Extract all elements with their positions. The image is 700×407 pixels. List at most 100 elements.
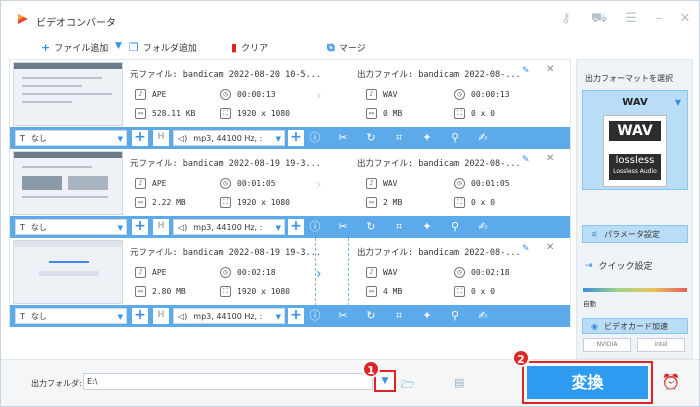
minimize-icon[interactable]: – bbox=[651, 11, 667, 27]
audio-file-icon: ♪ bbox=[366, 178, 377, 189]
folder-icon: ▭ bbox=[135, 286, 146, 297]
merge-button[interactable]: ⧉ マージ bbox=[327, 41, 366, 54]
chevron-right-icon: › bbox=[316, 177, 322, 193]
cart-icon[interactable]: ⛟ bbox=[591, 11, 607, 27]
chevron-right-icon: › bbox=[316, 88, 322, 104]
scissors-icon[interactable]: ✂ bbox=[336, 309, 350, 323]
source-size: ▭ 2.22 MB bbox=[135, 197, 186, 208]
audio-track-select[interactable]: ◁) mp3, 44100 Hz, : ▼ bbox=[173, 219, 285, 235]
watermark-stamp-icon[interactable]: ⚲ bbox=[448, 220, 462, 234]
subtitle-select[interactable]: T なし ▼ bbox=[15, 219, 127, 235]
output-size: ▭ 2 MB bbox=[366, 197, 402, 208]
add-subtitle-button[interactable]: + bbox=[132, 308, 148, 324]
info-icon[interactable]: ⓘ bbox=[308, 131, 322, 145]
convert-button[interactable]: 変換 bbox=[527, 366, 648, 399]
info-icon[interactable]: ⓘ bbox=[308, 220, 322, 234]
remove-icon[interactable]: ✕ bbox=[546, 242, 556, 253]
file-list: 元ファイル: bandicam 2022-08-20 10-5... ♪ APE … bbox=[9, 59, 571, 327]
rotate-icon[interactable]: ↻ bbox=[364, 220, 378, 234]
watermark-stamp-icon[interactable]: ⚲ bbox=[448, 309, 462, 323]
add-audio-button[interactable]: + bbox=[288, 130, 304, 146]
add-folder-button[interactable]: ❐ フォルダ追加 bbox=[129, 41, 197, 54]
open-folder-icon[interactable]: 🗁 bbox=[401, 376, 415, 391]
edit-icon[interactable]: ✎ bbox=[522, 155, 532, 165]
crop-icon[interactable]: ⌗ bbox=[392, 309, 406, 323]
chevron-down-icon: ▼ bbox=[117, 135, 123, 143]
source-duration: ◷ 00:00:13 bbox=[220, 89, 276, 100]
alarm-clock-icon[interactable]: ⏰ bbox=[661, 373, 681, 393]
output-file-name: 出力ファイル: bandicam 2022-08-... bbox=[357, 70, 521, 80]
source-format: ♪ APE bbox=[135, 178, 166, 189]
audio-file-icon: ♪ bbox=[366, 89, 377, 100]
scissors-icon[interactable]: ✂ bbox=[336, 220, 350, 234]
text-icon: T bbox=[20, 133, 25, 143]
output-folder-field[interactable]: E:\ bbox=[83, 373, 373, 390]
folder-history-icon[interactable]: ▤ bbox=[454, 376, 468, 389]
rotate-icon[interactable]: ↻ bbox=[364, 309, 378, 323]
remove-icon[interactable]: ✕ bbox=[546, 64, 556, 75]
output-size: ▭ 0 MB bbox=[366, 108, 402, 119]
crop-icon[interactable]: ⌗ bbox=[392, 131, 406, 145]
convert-highlight: 変換 bbox=[522, 361, 653, 404]
source-size: ▭ 2.80 MB bbox=[135, 286, 186, 297]
output-duration: ◷ 00:02:18 bbox=[454, 267, 510, 278]
subtitle-select[interactable]: T なし ▼ bbox=[15, 130, 127, 146]
hearing-impaired-icon[interactable]: H bbox=[153, 308, 169, 324]
chevron-right-icon: › bbox=[316, 266, 322, 282]
remove-icon[interactable]: ✕ bbox=[546, 153, 556, 164]
close-window-icon[interactable]: ✕ bbox=[677, 11, 693, 27]
clear-button[interactable]: ▮ クリア bbox=[231, 41, 268, 54]
effect-wand-icon[interactable]: ✦ bbox=[420, 131, 434, 145]
output-file-name: 出力ファイル: bandicam 2022-08-... bbox=[357, 159, 521, 169]
add-audio-button[interactable]: + bbox=[288, 219, 304, 235]
add-subtitle-button[interactable]: + bbox=[132, 130, 148, 146]
menu-icon[interactable]: ☰ bbox=[623, 11, 639, 27]
format-label: 出力フォーマットを選択 bbox=[585, 74, 673, 83]
subtitle-edit-icon[interactable]: ✍ bbox=[476, 131, 490, 145]
add-subtitle-button[interactable]: + bbox=[132, 219, 148, 235]
edit-icon[interactable]: ✎ bbox=[522, 66, 532, 76]
hearing-impaired-icon[interactable]: H bbox=[153, 219, 169, 235]
effect-wand-icon[interactable]: ✦ bbox=[420, 309, 434, 323]
effect-wand-icon[interactable]: ✦ bbox=[420, 220, 434, 234]
gpu-acceleration-button[interactable]: ◉ ビデオカード加速 bbox=[582, 318, 688, 334]
key-icon[interactable]: ⚷ bbox=[558, 11, 574, 27]
hearing-impaired-icon[interactable]: H bbox=[153, 130, 169, 146]
toolbar: + ファイル追加 ▼ ❐ フォルダ追加 ▮ クリア ⧉ マージ bbox=[9, 39, 571, 59]
source-resolution: ⛶ 1920 x 1080 bbox=[220, 286, 290, 297]
quality-slider[interactable] bbox=[583, 288, 687, 292]
source-file-name: 元ファイル: bandicam 2022-08-19 19-3... bbox=[130, 159, 321, 169]
folder-icon: ▭ bbox=[366, 108, 377, 119]
info-icon[interactable]: ⓘ bbox=[308, 309, 322, 323]
source-file-name: 元ファイル: bandicam 2022-08-20 10-5... bbox=[130, 70, 321, 80]
folder-icon: ▭ bbox=[366, 286, 377, 297]
subtitle-select[interactable]: T なし ▼ bbox=[15, 308, 127, 324]
rotate-icon[interactable]: ↻ bbox=[364, 131, 378, 145]
source-duration: ◷ 00:01:05 bbox=[220, 178, 276, 189]
clock-icon: ◷ bbox=[454, 267, 465, 278]
subtitle-edit-icon[interactable]: ✍ bbox=[476, 220, 490, 234]
audio-track-select[interactable]: ◁) mp3, 44100 Hz, : ▼ bbox=[173, 130, 285, 146]
edit-icon[interactable]: ✎ bbox=[522, 244, 532, 254]
audio-track-select[interactable]: ◁) mp3, 44100 Hz, : ▼ bbox=[173, 308, 285, 324]
source-format: ♪ APE bbox=[135, 267, 166, 278]
crop-icon[interactable]: ⌗ bbox=[392, 220, 406, 234]
gpu-icon: ◉ bbox=[591, 321, 598, 331]
add-file-dropdown-icon[interactable]: ▼ bbox=[115, 41, 122, 51]
watermark-stamp-icon[interactable]: ⚲ bbox=[448, 131, 462, 145]
subtitle-edit-icon[interactable]: ✍ bbox=[476, 309, 490, 323]
merge-icon: ⧉ bbox=[327, 40, 335, 54]
parameter-settings-button[interactable]: ⚟ パラメータ設定 bbox=[582, 225, 688, 243]
list-item[interactable]: 元ファイル: bandicam 2022-08-19 19-3... ♪ APE … bbox=[10, 238, 570, 327]
output-format: ♪ WAV bbox=[366, 89, 397, 100]
trash-icon: ▮ bbox=[231, 40, 238, 54]
scissors-icon[interactable]: ✂ bbox=[336, 131, 350, 145]
divider bbox=[348, 238, 349, 306]
list-item[interactable]: 元ファイル: bandicam 2022-08-20 10-5... ♪ APE … bbox=[10, 60, 570, 149]
add-audio-button[interactable]: + bbox=[288, 308, 304, 324]
add-file-button[interactable]: + ファイル追加 bbox=[41, 41, 108, 54]
format-selector[interactable]: WAV ▼ WAV lossless Lossless Audio bbox=[582, 90, 688, 190]
list-item[interactable]: 元ファイル: bandicam 2022-08-19 19-3... ♪ APE … bbox=[10, 149, 570, 238]
quick-settings: ⇥ クイック設定 bbox=[585, 260, 653, 273]
app-logo-icon bbox=[18, 14, 28, 24]
